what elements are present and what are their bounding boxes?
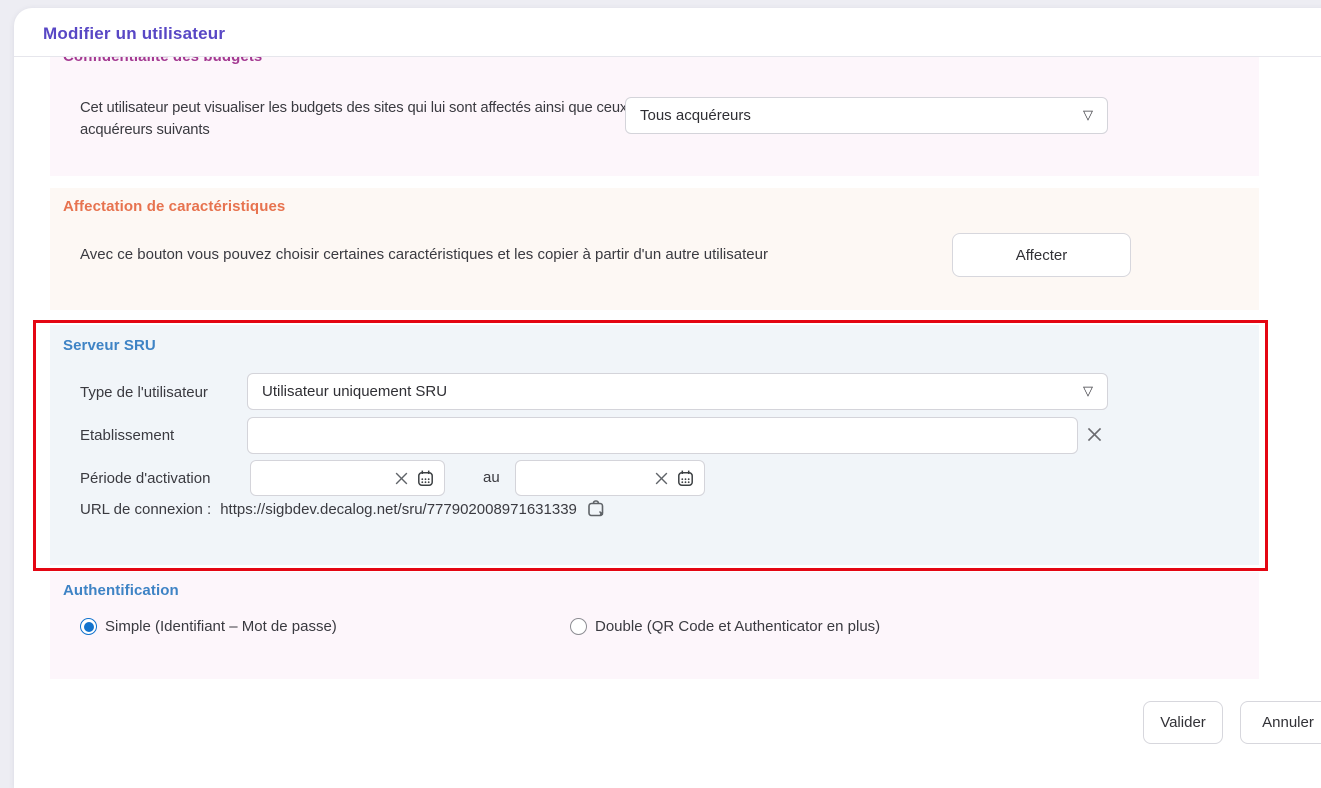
valider-button[interactable]: Valider <box>1143 701 1223 744</box>
type-utilisateur-label: Type de l'utilisateur <box>80 383 208 403</box>
sru-highlight-box: Serveur SRU Type de l'utilisateur Utilis… <box>33 320 1268 571</box>
section-title-budgets: Confidentialité des budgets <box>63 57 262 65</box>
type-utilisateur-select[interactable]: Utilisateur uniquement SRU ▽ <box>247 373 1108 410</box>
modal-card: Modifier un utilisateur Confidentialité … <box>14 8 1321 788</box>
etablissement-input[interactable] <box>247 417 1078 454</box>
radio-auth-double[interactable]: Double (QR Code et Authenticator en plus… <box>570 618 880 635</box>
acquereurs-select-value: Tous acquéreurs <box>640 107 1083 124</box>
etablissement-clear-icon[interactable] <box>1086 426 1103 443</box>
annuler-button[interactable]: Annuler <box>1240 701 1321 744</box>
triangle-down-icon: ▽ <box>1083 109 1093 122</box>
connection-url-value: https://sigbdev.decalog.net/sru/77790200… <box>220 501 577 518</box>
page-title: Modifier un utilisateur <box>43 24 1321 44</box>
section-title-sru: Serveur SRU <box>63 337 156 354</box>
modal-header: Modifier un utilisateur <box>14 8 1321 57</box>
radio-auth-simple-label: Simple (Identifiant – Mot de passe) <box>105 618 337 635</box>
connection-url-label: URL de connexion : <box>80 501 211 518</box>
triangle-down-icon: ▽ <box>1083 385 1093 398</box>
type-utilisateur-select-value: Utilisateur uniquement SRU <box>262 383 1083 400</box>
date-to-clear-icon[interactable] <box>654 471 669 486</box>
section-serveur-sru: Serveur SRU Type de l'utilisateur Utilis… <box>50 325 1259 565</box>
modal-content: Confidentialité des budgets Cet utilisat… <box>14 57 1321 679</box>
date-from-input[interactable] <box>261 470 387 487</box>
radio-circle-icon <box>80 618 97 635</box>
calendar-icon[interactable] <box>676 469 695 488</box>
date-to-input[interactable] <box>526 470 647 487</box>
affecter-button[interactable]: Affecter <box>952 233 1131 277</box>
section-authentification: Authentification Simple (Identifiant – M… <box>50 572 1259 679</box>
periode-activation-label: Période d'activation <box>80 469 210 489</box>
clipboard-copy-icon[interactable] <box>586 498 607 520</box>
etablissement-label: Etablissement <box>80 426 174 446</box>
radio-auth-double-label: Double (QR Code et Authenticator en plus… <box>595 618 880 635</box>
caracteristiques-description: Avec ce bouton vous pouvez choisir certa… <box>80 244 920 265</box>
section-confidentialite-budgets: Confidentialité des budgets Cet utilisat… <box>50 57 1259 176</box>
section-title-caracteristiques: Affectation de caractéristiques <box>63 198 285 215</box>
acquereurs-select[interactable]: Tous acquéreurs ▽ <box>625 97 1108 134</box>
connection-url-line: URL de connexion : https://sigbdev.decal… <box>80 498 607 520</box>
section-affectation-caracteristiques: Affectation de caractéristiques Avec ce … <box>50 188 1259 310</box>
date-to-field[interactable] <box>515 460 705 496</box>
periode-separator: au <box>483 469 500 486</box>
section-title-authentification: Authentification <box>63 582 179 599</box>
radio-circle-icon <box>570 618 587 635</box>
calendar-icon[interactable] <box>416 469 435 488</box>
date-from-clear-icon[interactable] <box>394 471 409 486</box>
radio-auth-simple[interactable]: Simple (Identifiant – Mot de passe) <box>80 618 337 635</box>
budgets-description: Cet utilisateur peut visualiser les budg… <box>80 97 660 141</box>
date-from-field[interactable] <box>250 460 445 496</box>
